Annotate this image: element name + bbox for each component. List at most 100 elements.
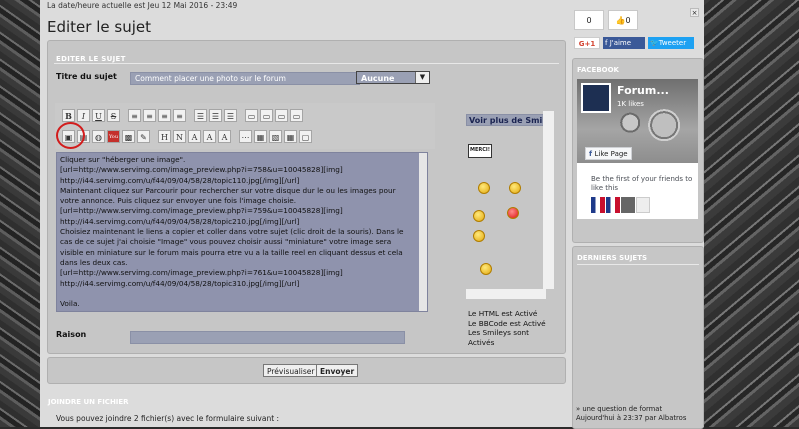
editor-line: http://i44.servimg.com/u/f44/09/04/58/28… — [60, 175, 300, 185]
topic-type-select[interactable]: Aucune ▼ — [356, 71, 430, 84]
facebook-page-name[interactable]: Forum... — [617, 84, 669, 97]
editor-line: http://i44.servimg.com/u/f44/09/04/58/28… — [60, 216, 300, 226]
gplus-button[interactable]: G+1 — [574, 37, 600, 49]
section-title: EDITER LE SUJET — [56, 55, 126, 63]
toolbar-button-row1-5[interactable]: ≡ — [143, 109, 156, 122]
message-textarea[interactable]: Cliquer sur "héberger une image". [url=ht… — [56, 152, 428, 312]
bbcode-status: Le BBCode est Activé — [468, 318, 546, 328]
facebook-widget-title: FACEBOOK — [577, 66, 619, 74]
toolbar-button-row2-2[interactable]: ◍ — [92, 130, 105, 143]
editor-line: visible en miniature sur le forum mais p… — [60, 247, 403, 257]
toolbar-button-row1-12[interactable]: ▭ — [260, 109, 273, 122]
more-smilies-link[interactable]: Voir plus de Smilies — [466, 114, 546, 126]
thumbs-up-icon: 👍 — [615, 16, 626, 25]
toolbar-button-row1-11[interactable]: ▭ — [245, 109, 258, 122]
toolbar-button-row1-14[interactable]: ▭ — [290, 109, 303, 122]
facebook-like-button[interactable]: f J'aime — [603, 37, 645, 49]
editor-line: Cliquer sur "héberger une image". — [60, 155, 186, 164]
recent-topics-title: DERNIERS SUJETS — [577, 254, 648, 262]
reason-input[interactable] — [130, 331, 405, 344]
topic-type-value: Aucune — [361, 74, 395, 83]
subject-label: Titre du sujet — [56, 72, 117, 81]
like-count-box[interactable]: 👍0 — [608, 10, 638, 30]
background-bullets-right — [704, 0, 799, 427]
recent-topic-title: » une question de format — [576, 405, 663, 413]
toolbar-button-row2-8[interactable]: A — [188, 130, 201, 143]
smilies-scrollbar[interactable] — [543, 111, 554, 289]
action-bar: Prévisualiser Envoyer — [47, 357, 566, 384]
smileys-status-2: Activés — [468, 337, 495, 347]
close-icon[interactable]: × — [690, 8, 699, 17]
share-counters: 0 👍0 — [574, 10, 638, 30]
friend-avatar[interactable] — [606, 197, 620, 213]
chevron-down-icon: ▼ — [415, 72, 429, 83]
toolbar-button-row1-1[interactable]: I — [77, 109, 90, 122]
facebook-page-likes: 1K likes — [617, 100, 644, 108]
editor-line: Maintenant cliquez sur Parcourir pour re… — [60, 185, 396, 195]
friend-avatar[interactable] — [621, 197, 635, 213]
toolbar-button-row1-13[interactable]: ▭ — [275, 109, 288, 122]
toolbar-button-row2-4[interactable]: ▩ — [122, 130, 135, 143]
toolbar-button-row1-4[interactable]: ≡ — [128, 109, 141, 122]
friend-avatar[interactable] — [636, 197, 650, 213]
friend-avatar[interactable] — [591, 197, 605, 213]
attach-title: JOINDRE UN FICHIER — [48, 398, 129, 406]
status-info: Le HTML est Activé Le BBCode est Activé … — [468, 309, 546, 347]
facebook-page-card: Forum... 1K likes f Like Page Be the fir… — [577, 79, 698, 219]
editor-line: http://i44.servimg.com/u/f44/09/04/58/28… — [60, 278, 300, 288]
toolbar-button-row2-15[interactable]: ▢ — [299, 130, 312, 143]
preview-button[interactable]: Prévisualiser — [263, 364, 319, 377]
smiley-laugh[interactable] — [473, 210, 485, 222]
toolbar-button-row1-6[interactable]: ≡ — [158, 109, 171, 122]
smiley-angry[interactable] — [507, 207, 519, 219]
page-title: Editer le sujet — [47, 18, 151, 36]
toolbar-button-row2-5[interactable]: ✎ — [137, 130, 150, 143]
editor-line: [url=http://www.servimg.com/image_previe… — [60, 268, 343, 278]
page-content: La date/heure actuelle est Jeu 12 Mai 20… — [40, 0, 704, 429]
toolbar-button-row1-2[interactable]: U — [92, 109, 105, 122]
smilies-hscrollbar[interactable] — [466, 289, 546, 299]
toolbar-button-row1-9[interactable]: ☰ — [209, 109, 222, 122]
toolbar-button-row2-9[interactable]: A — [203, 130, 216, 143]
like-page-button[interactable]: f Like Page — [585, 147, 632, 160]
toolbar-button-row2-14[interactable]: ▦ — [284, 130, 297, 143]
friends-avatars — [591, 197, 650, 213]
current-datetime: La date/heure actuelle est Jeu 12 Mai 20… — [47, 1, 238, 10]
editor-scrollbar[interactable] — [419, 153, 427, 311]
toolbar-button-row2-12[interactable]: ▦ — [254, 130, 267, 143]
toolbar-button-row2-6[interactable]: H — [158, 130, 171, 143]
recent-topic-meta: Aujourd'hui à 23:37 par Albatros — [576, 413, 687, 422]
highlight-circle — [56, 122, 85, 149]
html-status: Le HTML est Activé — [468, 309, 538, 318]
toolbar-button-row2-11[interactable]: ⋯ — [239, 130, 252, 143]
toolbar-button-row1-3[interactable]: S — [107, 109, 120, 122]
toolbar-button-row2-10[interactable]: A — [218, 130, 231, 143]
subject-input[interactable]: Comment placer une photo sur le forum — [130, 72, 360, 85]
attach-text: Vous pouvez joindre 2 fichier(s) avec le… — [56, 414, 280, 423]
tweet-button[interactable]: 🐦Tweeter — [648, 37, 694, 49]
smiley-happy[interactable] — [478, 182, 490, 194]
smiley-merci[interactable]: MERCI! — [468, 144, 492, 158]
toolbar-button-row1-0[interactable]: B — [62, 109, 75, 122]
toolbar-button-row1-10[interactable]: ☰ — [224, 109, 237, 122]
recent-topic-item[interactable]: » une question de format Aujourd'hui à 2… — [576, 405, 686, 422]
facebook-like-label: J'aime — [609, 39, 632, 47]
reason-label: Raison — [56, 330, 87, 339]
section-divider — [54, 63, 559, 64]
facebook-page-avatar[interactable] — [581, 83, 611, 113]
toolbar-button-row2-13[interactable]: ▧ — [269, 130, 282, 143]
toolbar-button-row2-3[interactable]: You — [107, 130, 120, 143]
toolbar-button-row1-8[interactable]: ☰ — [194, 109, 207, 122]
editor-line: [url=http://www.servimg.com/image_previe… — [60, 165, 343, 175]
like-count: 0 — [625, 16, 631, 25]
toolbar-button-row2-7[interactable]: N — [173, 130, 186, 143]
facebook-friends-text: Be the first of your friends to like thi… — [591, 175, 693, 192]
smiley-grin[interactable] — [509, 182, 521, 194]
share-count: 0 — [574, 10, 604, 30]
smileys-status: Les Smileys sont — [468, 328, 530, 337]
smiley-cool[interactable] — [480, 263, 492, 275]
toolbar-button-row1-7[interactable]: ≡ — [173, 109, 186, 122]
smiley-wink[interactable] — [473, 230, 485, 242]
send-button[interactable]: Envoyer — [316, 364, 359, 377]
background-bullets-left — [0, 0, 40, 427]
